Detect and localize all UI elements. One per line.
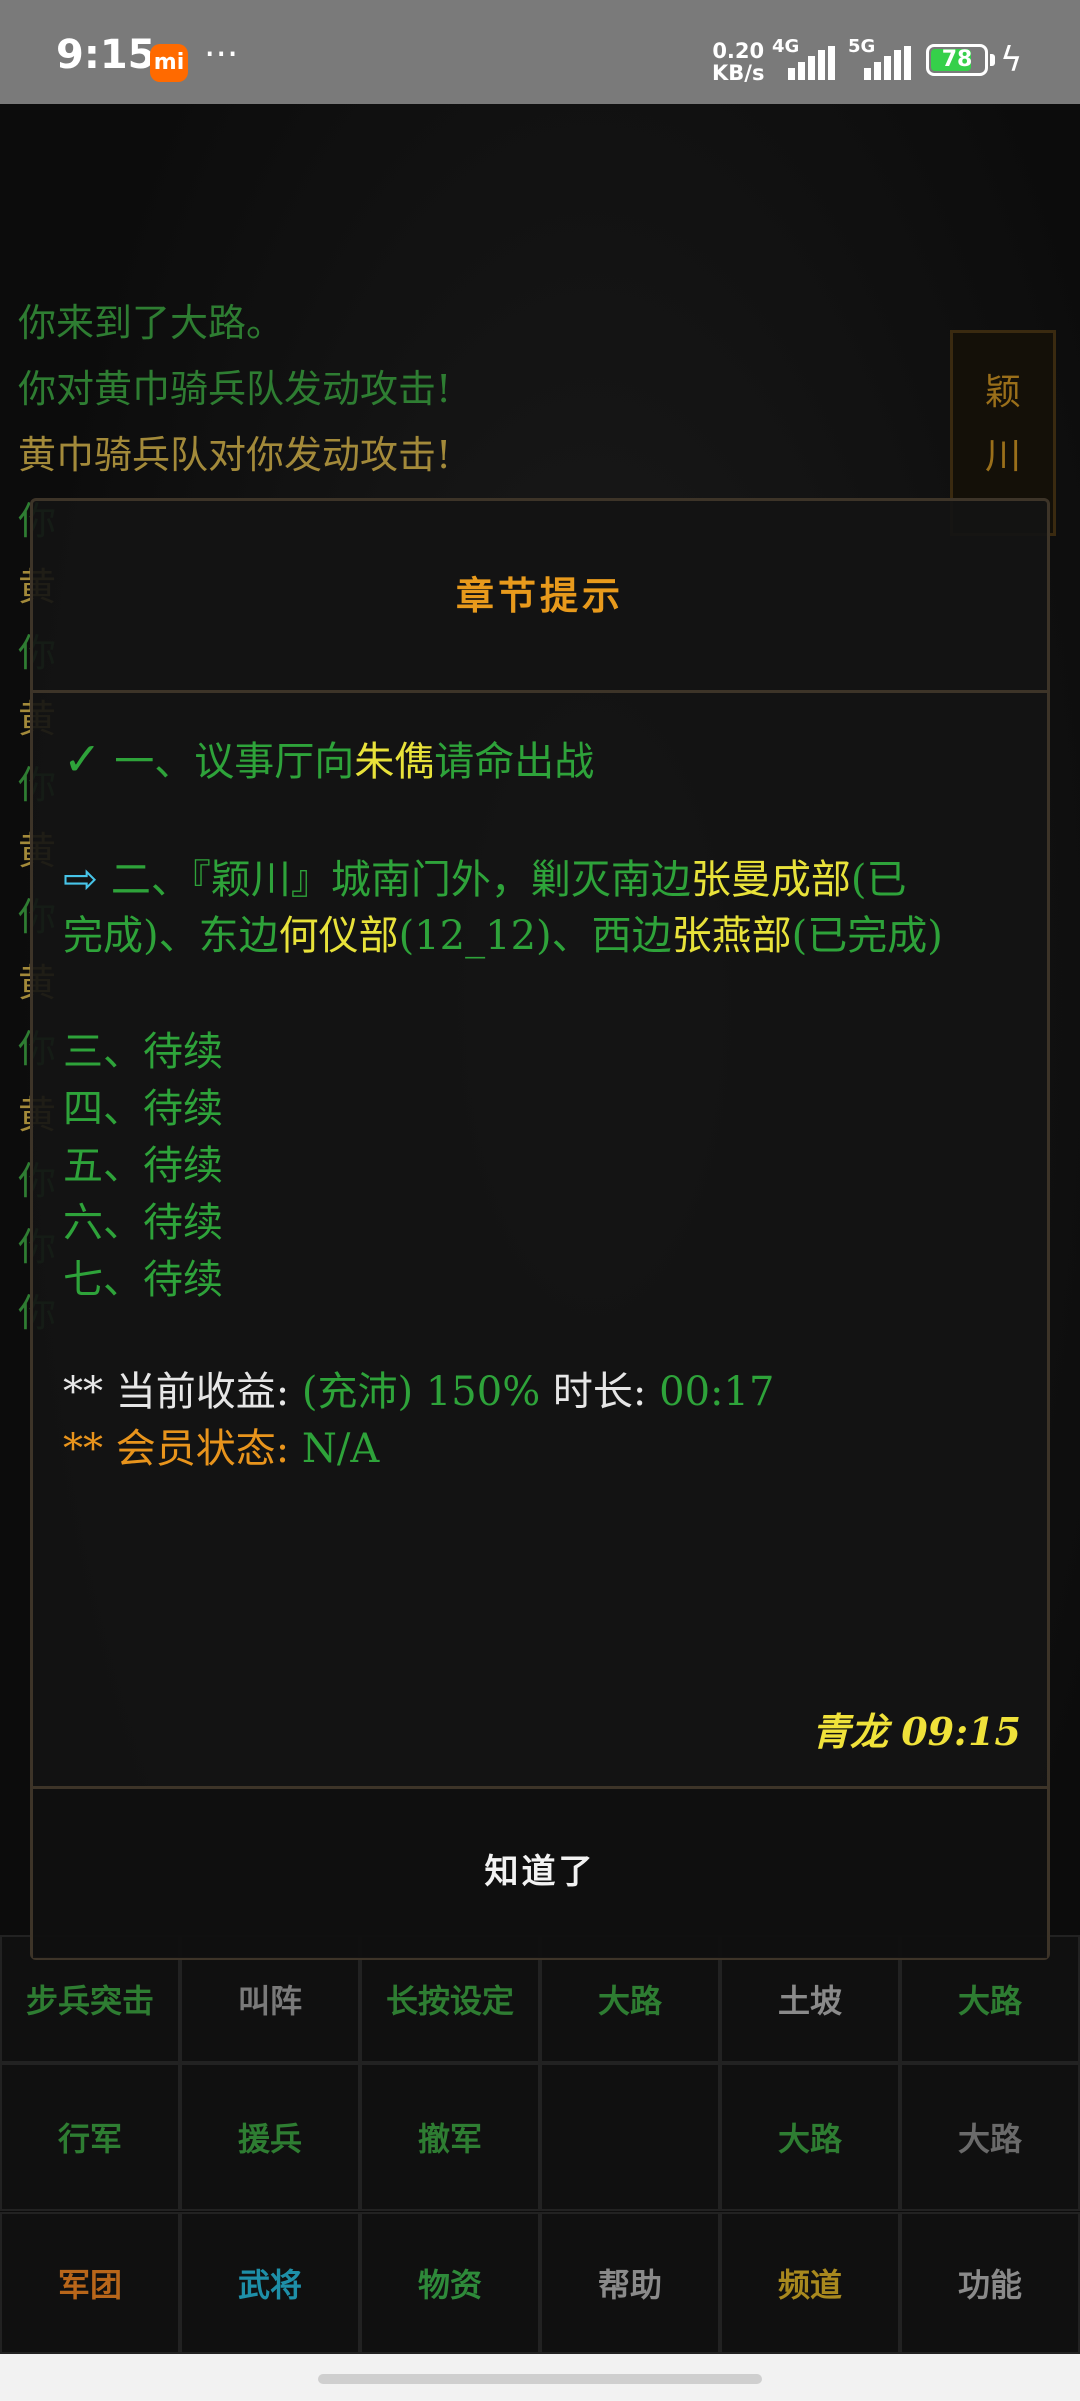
log-line: 你来到了大路。 [18, 301, 285, 345]
task-item-2-line1: ⇨ 二、『颖川』城南门外，剿灭南边张曼成部(已 [63, 854, 907, 903]
dialog-title: 章节提示 [455, 574, 624, 618]
grid-button[interactable] [540, 2063, 720, 2211]
pending-item: 六、待续 [63, 1200, 223, 1246]
check-icon: ✓ [63, 732, 102, 786]
signal-bars-icon [864, 46, 912, 80]
charging-bolt-icon: ϟ [1000, 40, 1023, 80]
grid-button[interactable]: 行军 [0, 2063, 180, 2211]
grid-button[interactable]: 物资 [360, 2212, 540, 2354]
battery-icon: 78 [926, 44, 988, 76]
status-bar: 9:15 mi ··· 0.20 KB/s 4G 5G 78 ϟ [0, 0, 1080, 104]
grid-button[interactable]: 频道 [720, 2212, 900, 2354]
grid-button[interactable]: 军团 [0, 2212, 180, 2354]
grid-button[interactable]: 援兵 [180, 2063, 360, 2211]
grid-button[interactable]: 大路 [720, 2063, 900, 2211]
chapter-hint-dialog: 章节提示 ✓ 一、议事厅向朱儁请命出战 ⇨ 二、『颖川』城南门外，剿灭南边张曼成… [30, 498, 1050, 1960]
grid-button[interactable]: 功能 [900, 2212, 1080, 2354]
dialog-signature: 青龙 09:15 [811, 1709, 1021, 1754]
clock: 9:15 [56, 32, 156, 78]
member-status: ** 会员状态: N/A [63, 1426, 380, 1472]
pending-item: 四、待续 [63, 1086, 223, 1132]
signal-bars-icon [788, 46, 836, 80]
pending-item: 三、待续 [63, 1029, 223, 1075]
pending-item: 五、待续 [63, 1143, 223, 1189]
pending-item: 七、待续 [63, 1257, 223, 1303]
task-item-1: ✓ 一、议事厅向朱儁请命出战 [63, 732, 595, 786]
grid-button[interactable]: 武将 [180, 2212, 360, 2354]
more-notifications-icon: ··· [204, 34, 239, 75]
grid-button[interactable]: 撤军 [360, 2063, 540, 2211]
log-line: 黄巾骑兵队对你发动攻击! [18, 433, 452, 477]
task-item-2-line2: 完成)、东边何仪部(12_12)、西边张燕部(已完成) [63, 913, 943, 959]
home-indicator[interactable] [318, 2374, 762, 2384]
npc-name: 朱儁 [354, 739, 435, 785]
log-line: 你对黄巾骑兵队发动攻击! [18, 367, 452, 411]
mi-app-icon: mi [150, 44, 188, 82]
network-speed: 0.20 KB/s [712, 39, 765, 85]
dialog-header: 章节提示 [33, 501, 1047, 693]
grid-button[interactable]: 帮助 [540, 2212, 720, 2354]
income-status: ** 当前收益: (充沛) 150% 时长: 00:17 [63, 1369, 775, 1415]
arrow-right-icon: ⇨ [63, 854, 99, 903]
grid-button[interactable]: 大路 [900, 2063, 1080, 2211]
confirm-button[interactable]: 知道了 [33, 1786, 1047, 1958]
